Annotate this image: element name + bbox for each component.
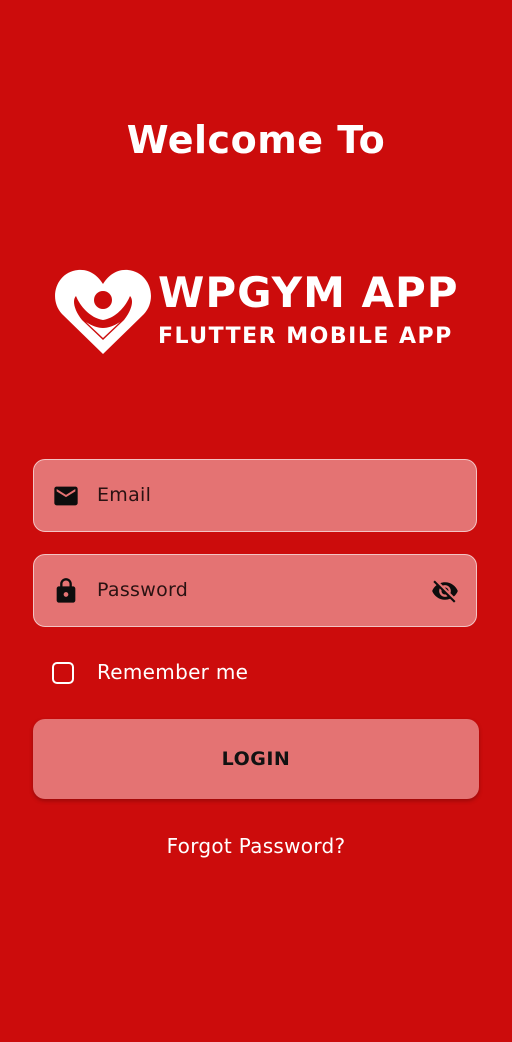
email-placeholder: Email [97, 484, 152, 506]
welcome-title: Welcome To [126, 118, 386, 162]
mail-icon [54, 486, 78, 506]
password-field[interactable]: Password [33, 554, 477, 627]
password-placeholder: Password [97, 579, 189, 601]
remember-me-label: Remember me [97, 660, 249, 684]
app-logo: WPGYM APP FLUTTER MOBILE APP [54, 262, 464, 362]
email-field[interactable]: Email [33, 459, 477, 532]
login-button[interactable]: LOGIN [33, 719, 479, 799]
heart-figure-icon [55, 269, 151, 354]
forgot-password-link[interactable]: Forgot Password? [0, 834, 512, 858]
eye-off-icon[interactable] [430, 577, 460, 605]
logo-title: WPGYM APP [158, 268, 459, 317]
lock-icon [56, 578, 76, 603]
logo-subtitle: FLUTTER MOBILE APP [158, 324, 453, 349]
remember-me-checkbox[interactable] [52, 662, 74, 684]
